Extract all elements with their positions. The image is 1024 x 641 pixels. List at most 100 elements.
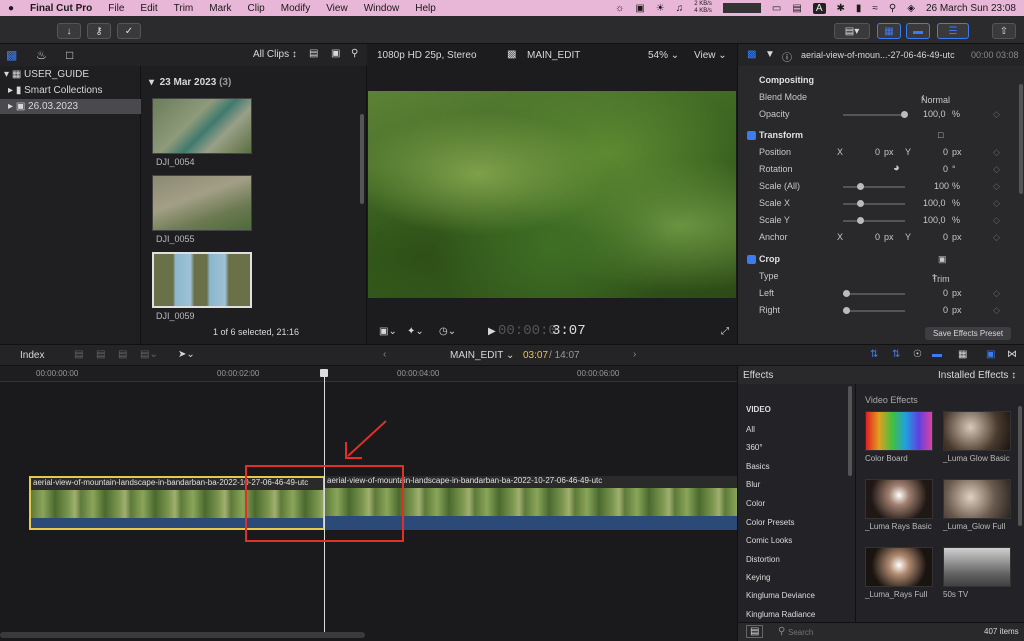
brightness-icon[interactable]: ☀ [656, 3, 665, 14]
play-icon[interactable]: ▶ [488, 326, 496, 337]
effects-search-input[interactable] [788, 625, 938, 639]
browser-scrollbar[interactable] [360, 114, 364, 204]
scale-all-slider[interactable] [843, 183, 905, 190]
skimming-icon[interactable]: ⇅ [870, 349, 878, 360]
inspector-toggle[interactable]: ☰ [937, 23, 969, 39]
cast-icon[interactable]: ▤ [792, 3, 801, 14]
volume-icon[interactable]: ♫ [676, 3, 684, 14]
menu-mark[interactable]: Mark [201, 3, 239, 14]
creative-cloud-icon[interactable]: ☼ [615, 3, 624, 14]
effects-category[interactable]: Kingluma Radiance [746, 610, 815, 619]
effects-category[interactable]: Basics [746, 462, 770, 471]
bluetooth-icon[interactable]: ✱ [837, 3, 845, 14]
smart-collections-item[interactable]: ▸ ▮ Smart Collections [8, 83, 102, 98]
transform-checkbox[interactable] [747, 131, 756, 140]
keyframe-icon[interactable]: ◇ [993, 215, 1000, 226]
transform-onscreen-icon[interactable]: □ [938, 130, 943, 140]
keywords-button[interactable]: ⚷ [87, 23, 111, 39]
sidebar-toggle-icon[interactable]: ▤ [746, 625, 764, 638]
slider-knob[interactable] [857, 217, 864, 224]
overwrite-clip-icon[interactable]: ▤⌄ [140, 349, 158, 360]
magic-wand-icon[interactable]: ✦⌄ [407, 326, 424, 337]
anchor-y-value[interactable]: 0 [943, 232, 948, 242]
anchor-x-value[interactable]: 0 [875, 232, 880, 242]
effects-category[interactable]: Color Presets [746, 518, 794, 527]
screen-icon[interactable]: ▣ [635, 3, 644, 14]
keyframe-icon[interactable]: ◇ [993, 232, 1000, 243]
opacity-slider[interactable] [843, 111, 908, 118]
back-arrow-icon[interactable]: ‹ [383, 349, 386, 360]
share-layout-button[interactable]: ▤▾ [834, 23, 870, 39]
speed-icon[interactable]: ◷⌄ [439, 326, 456, 337]
libraries-icon[interactable]: ▩ [6, 48, 17, 62]
connect-clip-icon[interactable]: ▤ [74, 349, 83, 360]
apple-menu-icon[interactable]: ● [0, 3, 22, 14]
menu-view[interactable]: View [318, 3, 356, 14]
effect-thumbnail-50s-tv[interactable] [943, 547, 1011, 587]
keyframe-icon[interactable]: ◇ [993, 305, 1000, 316]
audio-skimming-icon[interactable]: ⇅ [892, 349, 900, 360]
clip-thumbnail-dji-0054[interactable] [152, 98, 252, 154]
date-group-header[interactable]: ▾ 23 Mar 2023 (3) [149, 77, 231, 88]
effects-category[interactable]: All [746, 425, 755, 434]
slider-knob[interactable] [857, 200, 864, 207]
titles-icon[interactable]: □ [66, 48, 73, 62]
app-menu[interactable]: Final Cut Pro [22, 3, 100, 14]
browser-toggle[interactable]: ▦ [877, 23, 901, 39]
menu-trim[interactable]: Trim [166, 3, 202, 14]
effects-category[interactable]: Keying [746, 573, 770, 582]
slider-knob[interactable] [843, 307, 850, 314]
headphones-icon[interactable]: ☉ [913, 349, 922, 360]
scale-y-slider[interactable] [843, 217, 905, 224]
transform-tool-icon[interactable]: ▣⌄ [379, 326, 397, 337]
fullscreen-icon[interactable]: ⤢ [721, 326, 729, 337]
disclosure-down-icon[interactable]: ▾ [149, 77, 154, 88]
forward-arrow-icon[interactable]: › [633, 349, 636, 360]
search-icon[interactable]: ⚲ [351, 48, 358, 59]
scale-all-value[interactable]: 100 [934, 181, 949, 191]
filmstrip-view-icon[interactable]: ▤ [309, 48, 318, 59]
inspector-scrollbar[interactable] [1019, 84, 1023, 194]
effects-category[interactable]: 360° [746, 443, 763, 452]
keyframe-icon[interactable]: ◇ [993, 198, 1000, 209]
crop-right-value[interactable]: 0 [943, 305, 948, 315]
effects-category[interactable]: Comic Looks [746, 536, 792, 545]
effects-browser-icon[interactable]: ▣ [986, 349, 995, 360]
scale-x-value[interactable]: 100,0 [923, 198, 946, 208]
color-inspector-icon[interactable]: ▼ [765, 49, 775, 60]
scale-x-slider[interactable] [843, 200, 905, 207]
disclosure-right-icon[interactable]: ▸ [8, 85, 13, 96]
crop-right-slider[interactable] [843, 307, 905, 314]
keyframe-icon[interactable]: ◇ [993, 181, 1000, 192]
background-tasks-button[interactable]: ✓ [117, 23, 141, 39]
rotation-value[interactable]: 0 [943, 164, 948, 174]
library-root[interactable]: ▾ ▦ USER_GUIDE [4, 67, 89, 82]
timeline-toggle[interactable]: ▬ [906, 23, 930, 39]
menu-modify[interactable]: Modify [273, 3, 318, 14]
index-button[interactable]: Index [20, 350, 44, 361]
slider-knob[interactable] [901, 111, 908, 118]
solo-icon[interactable]: ▬ [932, 349, 942, 360]
disclosure-right-icon[interactable]: ▸ [8, 101, 13, 112]
position-x-value[interactable]: 0 [875, 147, 880, 157]
effect-thumbnail-luma-glow-basic[interactable] [943, 411, 1011, 451]
menu-help[interactable]: Help [407, 3, 444, 14]
share-button[interactable]: ⇧ [992, 23, 1016, 39]
installed-effects-dropdown[interactable]: Installed Effects ↕ [938, 370, 1016, 381]
menu-edit[interactable]: Edit [132, 3, 165, 14]
rotation-dial-icon[interactable]: ◕ [893, 162, 900, 174]
clip-filter-dropdown[interactable]: All Clips ↕ [253, 49, 297, 60]
info-icon[interactable]: ⓘ [782, 49, 792, 64]
crop-left-value[interactable]: 0 [943, 288, 948, 298]
search-icon[interactable]: ⚲ [889, 3, 896, 14]
effects-category-scrollbar[interactable] [848, 386, 852, 476]
blend-mode-dropdown[interactable]: Normal ↕ [921, 92, 950, 105]
select-tool-icon[interactable]: ➤⌄ [178, 349, 195, 360]
keyframe-icon[interactable]: ◇ [993, 164, 1000, 175]
keyframe-icon[interactable]: ◇ [993, 288, 1000, 299]
transitions-icon[interactable]: ⋈ [1007, 349, 1017, 360]
effects-category[interactable]: Kingluma Deviance [746, 591, 815, 600]
keyframe-icon[interactable]: ◇ [993, 109, 1000, 120]
effect-thumbnail-color-board[interactable] [865, 411, 933, 451]
clip-appearance-icon[interactable]: ▦ [958, 349, 967, 360]
